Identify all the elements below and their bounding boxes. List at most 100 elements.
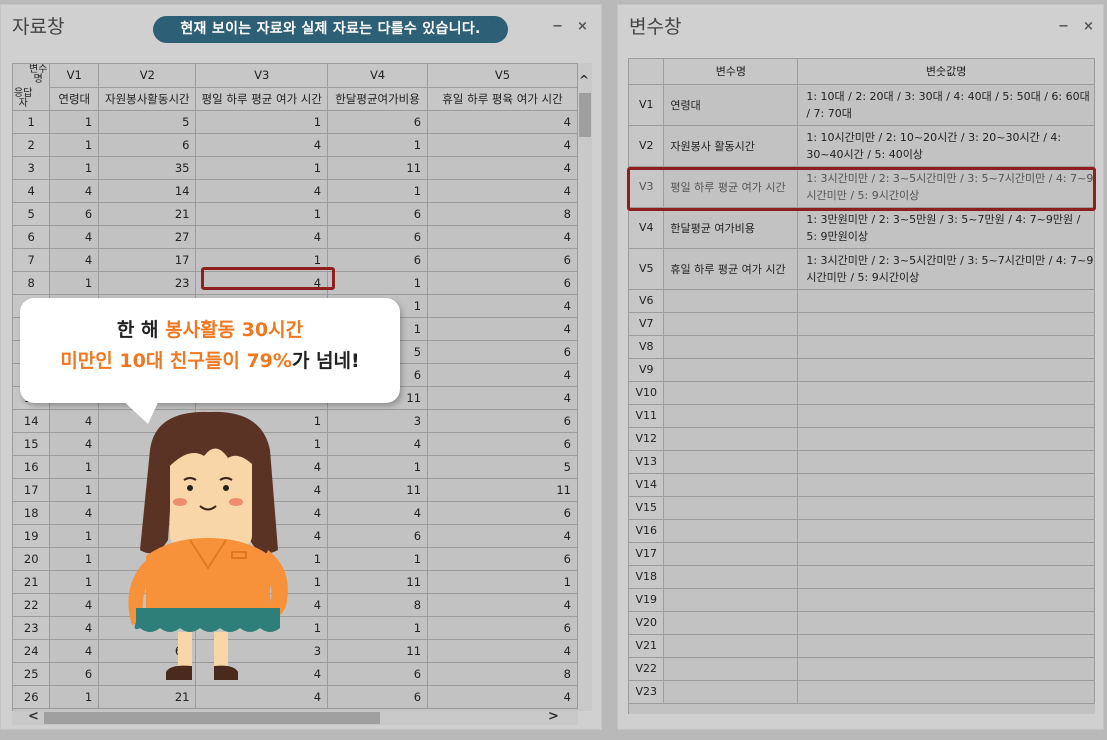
row-number[interactable]: 6 [13, 225, 51, 249]
variable-value-labels[interactable]: 1: 10시간미만 / 2: 10~20시간 / 3: 20~30시간 / 4:… [797, 125, 1095, 167]
scroll-left-arrow-icon[interactable]: < [28, 709, 39, 724]
close-button[interactable]: × [1083, 19, 1094, 34]
table-cell[interactable]: 1 [49, 271, 100, 295]
table-cell[interactable]: 27 [98, 225, 197, 249]
table-cell[interactable] [663, 657, 799, 681]
table-cell[interactable]: 21 [98, 685, 197, 709]
variable-id[interactable]: V8 [629, 335, 665, 359]
variable-row[interactable]: V7 [629, 312, 1095, 336]
horizontal-scroll-thumb[interactable] [44, 712, 380, 724]
table-cell[interactable]: 1 [49, 685, 100, 709]
table-cell[interactable]: 4 [427, 110, 578, 134]
table-cell[interactable]: 6 [427, 271, 578, 295]
table-cell[interactable] [797, 519, 1095, 543]
table-cell[interactable] [663, 381, 799, 405]
variable-name[interactable]: 휴일 하루 평균 여가 시간 [663, 248, 799, 290]
variable-value-labels[interactable]: 1: 10대 / 2: 20대 / 3: 30대 / 4: 40대 / 5: 5… [797, 84, 1095, 126]
table-cell[interactable]: 4 [195, 179, 329, 203]
table-cell[interactable] [797, 634, 1095, 658]
table-cell[interactable]: 1 [195, 110, 329, 134]
table-cell[interactable]: 11 [427, 478, 578, 502]
table-cell[interactable]: 5 [98, 110, 197, 134]
table-cell[interactable] [663, 588, 799, 612]
table-cell[interactable] [663, 289, 799, 313]
row-number[interactable]: 5 [13, 202, 51, 226]
variable-row[interactable]: V16 [629, 519, 1095, 543]
row-number[interactable]: 17 [13, 478, 51, 502]
row-number[interactable]: 24 [13, 639, 51, 663]
table-row[interactable]: 5 6 21 1 6 8 [13, 202, 578, 226]
table-cell[interactable]: 6 [327, 685, 429, 709]
table-cell[interactable]: 6 [427, 248, 578, 272]
table-cell[interactable]: 1 [49, 110, 100, 134]
variable-id[interactable]: V2 [629, 125, 665, 167]
table-cell[interactable]: 6 [327, 110, 429, 134]
variable-id[interactable]: V6 [629, 289, 665, 313]
table-cell[interactable]: 14 [98, 179, 197, 203]
variable-row[interactable]: V9 [629, 358, 1095, 382]
table-cell[interactable]: 1 [327, 133, 429, 157]
table-cell[interactable]: 1 [427, 570, 578, 594]
table-cell[interactable]: 4 [427, 156, 578, 180]
variable-id[interactable]: V14 [629, 473, 665, 497]
table-cell[interactable]: 1 [49, 478, 100, 502]
variable-id[interactable]: V18 [629, 565, 665, 589]
variable-grid[interactable]: 변수명 변숫값명 V1 연령대 1: 10대 / 2: 20대 / 3: 30대 /… [628, 58, 1095, 714]
table-cell[interactable] [797, 358, 1095, 382]
variable-row[interactable]: V5 휴일 하루 평균 여가 시간 1: 3시간미만 / 2: 3~5시간미만 / … [629, 248, 1095, 290]
table-cell[interactable]: 4 [427, 179, 578, 203]
variable-id[interactable]: V5 [629, 248, 665, 290]
table-cell[interactable] [797, 473, 1095, 497]
table-cell[interactable]: 1 [49, 547, 100, 571]
column-id-v5[interactable]: V5 [427, 64, 578, 88]
table-cell[interactable]: 4 [49, 432, 100, 456]
variable-id[interactable]: V16 [629, 519, 665, 543]
table-cell[interactable]: 4 [327, 432, 429, 456]
table-cell[interactable]: 4 [427, 133, 578, 157]
variable-row[interactable]: V10 [629, 381, 1095, 405]
table-cell[interactable]: 6 [427, 340, 578, 364]
table-cell[interactable]: 23 [98, 271, 197, 295]
row-number[interactable]: 22 [13, 593, 51, 617]
table-cell[interactable]: 6 [427, 432, 578, 456]
table-cell[interactable]: 1 [327, 547, 429, 571]
table-cell[interactable] [663, 519, 799, 543]
row-number[interactable]: 18 [13, 501, 51, 525]
variable-id[interactable]: V9 [629, 358, 665, 382]
table-cell[interactable]: 21 [98, 202, 197, 226]
table-cell[interactable] [797, 427, 1095, 451]
table-cell[interactable]: 8 [427, 662, 578, 686]
table-cell[interactable]: 6 [327, 662, 429, 686]
table-cell[interactable]: 8 [327, 593, 429, 617]
variable-id[interactable]: V22 [629, 657, 665, 681]
table-cell[interactable] [797, 312, 1095, 336]
table-cell[interactable]: 1 [49, 156, 100, 180]
variable-row[interactable]: V2 자원봉사 활동시간 1: 10시간미만 / 2: 10~20시간 / 3: 2… [629, 125, 1095, 167]
table-cell[interactable]: 5 [427, 455, 578, 479]
table-row[interactable]: 115164 [13, 110, 578, 134]
table-cell[interactable]: 6 [49, 662, 100, 686]
row-number[interactable]: 21 [13, 570, 51, 594]
column-id-v1[interactable]: V1 [49, 64, 100, 88]
column-id-v4[interactable]: V4 [327, 64, 429, 88]
variable-value-labels[interactable]: 1: 3만원미만 / 2: 3~5만원 / 3: 5~7만원 / 4: 7~9만… [797, 207, 1095, 249]
row-number[interactable]: 2 [13, 133, 51, 157]
variable-value-labels[interactable]: 1: 3시간미만 / 2: 3~5시간미만 / 3: 5~7시간미만 / 4: … [797, 248, 1095, 290]
table-row[interactable]: 26 1 21 4 6 4 [13, 685, 578, 709]
row-number[interactable]: 4 [13, 179, 51, 203]
variable-id[interactable]: V19 [629, 588, 665, 612]
table-cell[interactable] [663, 496, 799, 520]
variable-row[interactable]: V12 [629, 427, 1095, 451]
table-cell[interactable] [797, 381, 1095, 405]
row-number[interactable]: 7 [13, 248, 51, 272]
table-cell[interactable]: 4 [49, 225, 100, 249]
table-cell[interactable]: 4 [195, 225, 329, 249]
variable-row[interactable]: V21 [629, 634, 1095, 658]
table-row[interactable]: 6 4 27 4 6 4 [13, 225, 578, 249]
table-cell[interactable]: 35 [98, 156, 197, 180]
table-cell[interactable] [663, 404, 799, 428]
variable-row[interactable]: V20 [629, 611, 1095, 635]
table-cell[interactable]: 4 [49, 639, 100, 663]
table-cell[interactable]: 6 [327, 202, 429, 226]
table-cell[interactable]: 4 [49, 501, 100, 525]
